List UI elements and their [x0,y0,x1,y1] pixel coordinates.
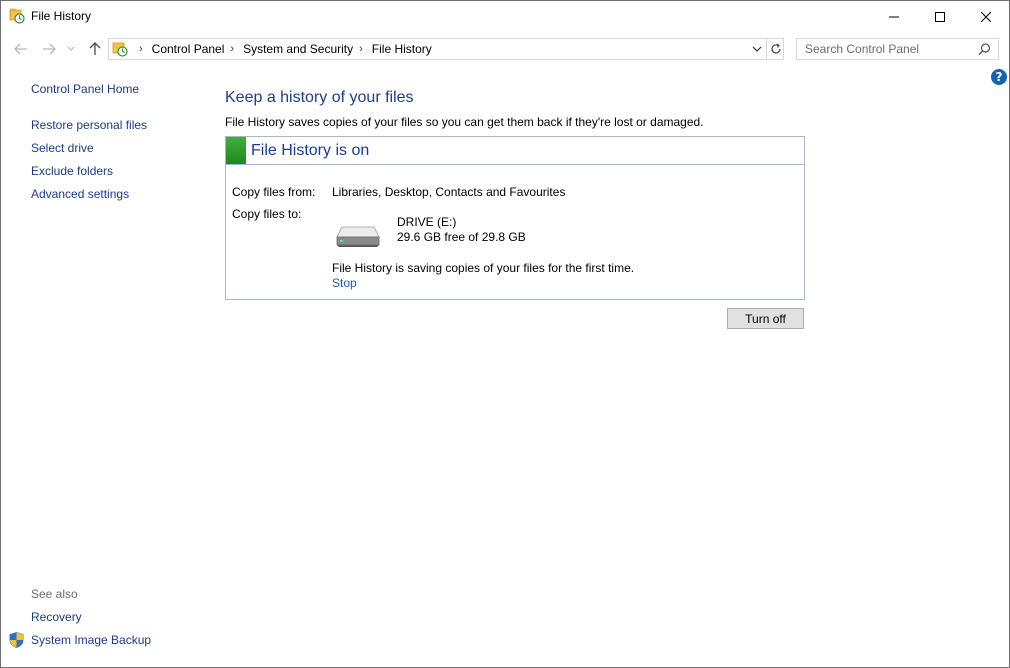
copy-from-value: Libraries, Desktop, Contacts and Favouri… [332,185,566,199]
drive-name: DRIVE (E:) [397,215,457,229]
status-title: File History is on [251,142,370,159]
breadcrumb-system-and-security[interactable]: System and Security [243,42,353,56]
recent-locations-button[interactable] [64,39,78,59]
breadcrumb-separator-icon[interactable]: › [359,43,363,55]
select-drive-link[interactable]: Select drive [31,141,94,155]
arrow-up-icon [89,42,101,55]
chevron-down-icon [67,46,75,51]
close-icon [981,11,991,22]
restore-personal-files-link[interactable]: Restore personal files [31,118,147,132]
address-dropdown-button[interactable] [748,39,766,59]
control-panel-icon [112,42,128,57]
stop-link[interactable]: Stop [332,276,357,290]
refresh-icon [770,43,781,54]
help-icon[interactable]: ? [991,69,1007,85]
drive-free-space: 29.6 GB free of 29.8 GB [397,230,526,244]
up-button[interactable] [85,39,105,59]
window-title: File History [31,9,92,23]
uac-shield-icon [9,632,24,648]
file-history-icon [9,8,25,24]
exclude-folders-link[interactable]: Exclude folders [31,164,113,178]
status-header: File History is on [226,137,804,165]
search-icon[interactable] [977,42,992,57]
breadcrumb-separator-icon[interactable]: › [230,43,234,55]
maximize-button[interactable] [917,1,963,32]
minimize-icon [889,16,899,17]
page-description: File History saves copies of your files … [225,115,704,129]
breadcrumb-control-panel[interactable]: Control Panel [152,42,225,56]
chevron-down-icon [752,46,762,52]
file-history-window: File History › Control Panel › System an… [0,0,1010,668]
breadcrumb-file-history[interactable]: File History [372,42,432,56]
page-title: Keep a history of your files [225,89,414,106]
advanced-settings-link[interactable]: Advanced settings [31,187,129,201]
system-image-backup-link[interactable]: System Image Backup [31,633,151,647]
control-panel-home-link[interactable]: Control Panel Home [31,82,139,96]
arrow-right-icon [43,43,56,55]
maximize-icon [935,11,945,22]
forward-button[interactable] [39,39,59,59]
refresh-button[interactable] [767,39,784,59]
back-button[interactable] [11,39,31,59]
hard-drive-icon [336,226,380,247]
address-bar[interactable]: › Control Panel › System and Security › … [108,38,784,60]
turn-off-button[interactable]: Turn off [727,308,804,329]
search-input[interactable]: Search Control Panel [796,38,999,60]
status-indicator [226,137,246,164]
recovery-link[interactable]: Recovery [31,610,82,624]
search-placeholder: Search Control Panel [805,42,920,56]
title-bar: File History [1,1,1009,32]
file-history-status-panel: File History is on Copy files from: Libr… [225,136,805,300]
arrow-left-icon [14,43,27,55]
copy-to-label: Copy files to: [232,207,302,221]
minimize-button[interactable] [871,1,917,32]
see-also-label: See also [31,587,78,601]
breadcrumb-separator-icon[interactable]: › [139,43,143,55]
copy-from-label: Copy files from: [232,185,316,199]
close-button[interactable] [963,1,1009,32]
saving-status-text: File History is saving copies of your fi… [332,261,635,275]
breadcrumb: › Control Panel › System and Security › … [133,42,432,56]
